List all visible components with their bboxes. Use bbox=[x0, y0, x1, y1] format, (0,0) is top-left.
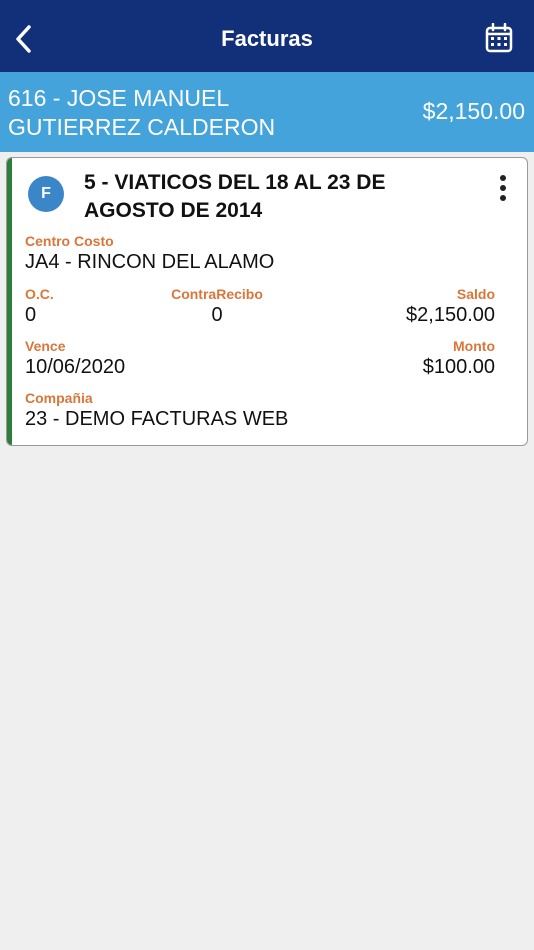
invoice-type-avatar: F bbox=[28, 176, 64, 212]
invoice-title: 5 - VIATICOS DEL 18 AL 23 DE AGOSTO DE 2… bbox=[84, 171, 386, 222]
more-options-button[interactable] bbox=[493, 172, 513, 204]
page-title: Facturas bbox=[221, 26, 313, 51]
compania-label: Compañia bbox=[25, 390, 93, 406]
contrarecibo-label: ContraRecibo bbox=[171, 286, 263, 302]
more-vertical-icon bbox=[500, 175, 506, 181]
invoice-card[interactable]: F 5 - VIATICOS DEL 18 AL 23 DE AGOSTO DE… bbox=[6, 157, 528, 446]
centro-costo-label: Centro Costo bbox=[25, 233, 114, 249]
vence-value: 10/06/2020 bbox=[25, 356, 126, 378]
navigation-bar: Facturas bbox=[0, 0, 534, 72]
oc-label: O.C. bbox=[25, 286, 54, 302]
compania-value: 23 - DEMO FACTURAS WEB bbox=[25, 408, 289, 430]
customer-header: 616 - JOSE MANUEL GUTIERREZ CALDERON $2,… bbox=[0, 72, 534, 152]
saldo-label: Saldo bbox=[456, 286, 495, 302]
contrarecibo-value: 0 bbox=[211, 304, 223, 326]
centro-costo-value: JA4 - RINCON DEL ALAMO bbox=[25, 251, 275, 273]
customer-name: 616 - JOSE MANUEL GUTIERREZ CALDERON bbox=[8, 85, 276, 140]
oc-value: 0 bbox=[25, 304, 37, 326]
card-status-accent bbox=[7, 158, 12, 445]
customer-balance: $2,150.00 bbox=[422, 98, 525, 124]
monto-value: $100.00 bbox=[422, 356, 495, 378]
calendar-button[interactable] bbox=[484, 22, 514, 54]
calendar-icon bbox=[485, 23, 513, 53]
saldo-value: $2,150.00 bbox=[406, 304, 495, 326]
monto-label: Monto bbox=[453, 338, 495, 354]
vence-label: Vence bbox=[25, 338, 66, 354]
